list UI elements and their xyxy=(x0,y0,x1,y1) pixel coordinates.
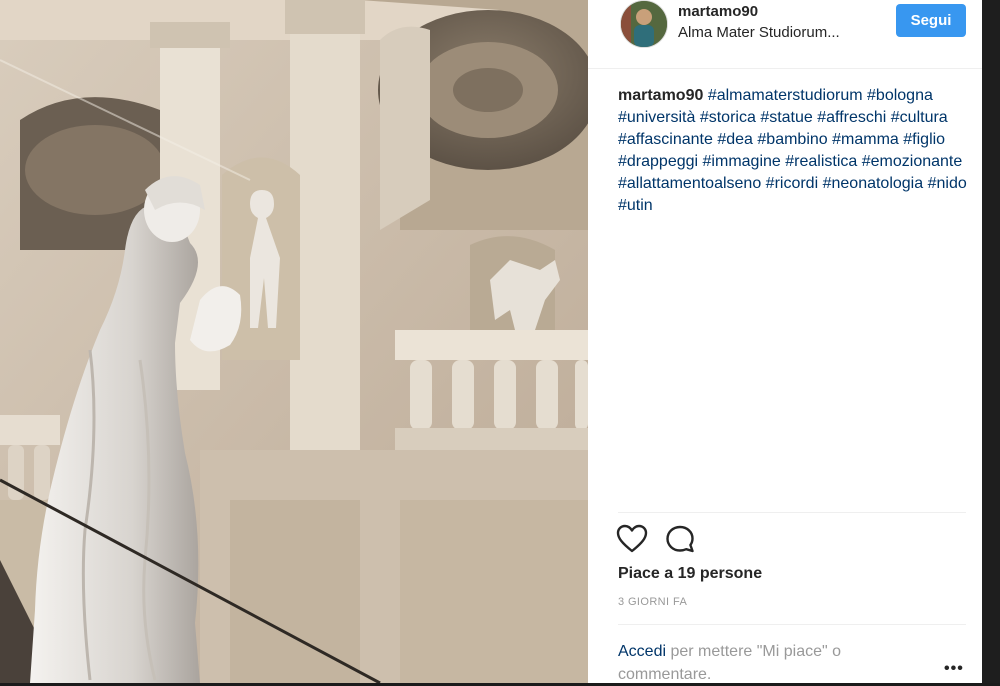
post-photo[interactable] xyxy=(0,0,588,683)
hashtag-link[interactable]: #utin xyxy=(618,197,653,214)
hashtag-link[interactable]: #drappeggi xyxy=(618,153,698,170)
hashtag-link[interactable]: #allattamentoalseno xyxy=(618,175,761,192)
post-header: martamo90 Alma Mater Studiorum... Segui xyxy=(588,0,982,69)
comment-divider xyxy=(618,624,966,625)
hashtag-link[interactable]: #storica xyxy=(700,109,756,126)
comment-bubble-icon[interactable] xyxy=(665,524,699,556)
hashtag-link[interactable]: #nido xyxy=(928,175,967,192)
actions-divider xyxy=(618,512,966,513)
hashtag-link[interactable]: #mamma xyxy=(832,131,899,148)
hashtag-link[interactable]: #statue xyxy=(760,109,812,126)
hashtag-link[interactable]: #neonatologia xyxy=(823,175,924,192)
post-username[interactable]: martamo90 xyxy=(678,3,758,20)
likes-count[interactable]: Piace a 19 persone xyxy=(618,565,762,583)
hashtag-link[interactable]: #immagine xyxy=(703,153,781,170)
hashtag-link[interactable]: #figlio xyxy=(903,131,945,148)
hashtag-link[interactable]: #emozionante xyxy=(862,153,963,170)
hashtag-link[interactable]: #cultura xyxy=(891,109,948,126)
post-caption: martamo90 #almamaterstudiorum #bologna #… xyxy=(618,85,973,217)
post-sidebar: martamo90 Alma Mater Studiorum... Segui … xyxy=(588,0,982,683)
hashtag-link[interactable]: #affascinante xyxy=(618,131,713,148)
page-background-strip xyxy=(982,0,1000,683)
login-link[interactable]: Accedi xyxy=(618,643,666,660)
hashtag-link[interactable]: #bologna xyxy=(867,87,933,104)
hashtag-link[interactable]: #ricordi xyxy=(766,175,818,192)
follow-button[interactable]: Segui xyxy=(896,4,966,37)
post-timestamp[interactable]: 3 GIORNI FA xyxy=(618,596,687,608)
hashtag-link[interactable]: #affreschi xyxy=(817,109,886,126)
post-location[interactable]: Alma Mater Studiorum... xyxy=(678,24,840,41)
hashtag-link[interactable]: #università xyxy=(618,109,695,126)
heart-icon[interactable] xyxy=(616,524,650,556)
hashtag-list: #almamaterstudiorum #bologna #università… xyxy=(618,87,967,214)
hashtag-link[interactable]: #almamaterstudiorum xyxy=(708,87,863,104)
hashtag-link[interactable]: #dea xyxy=(717,131,753,148)
hashtag-link[interactable]: #realistica xyxy=(785,153,857,170)
more-options-icon[interactable]: ••• xyxy=(944,660,964,678)
avatar[interactable] xyxy=(620,0,668,48)
hashtag-link[interactable]: #bambino xyxy=(757,131,827,148)
caption-username[interactable]: martamo90 xyxy=(618,87,703,104)
login-prompt: Accedi per mettere "Mi piace" o commenta… xyxy=(618,640,908,686)
